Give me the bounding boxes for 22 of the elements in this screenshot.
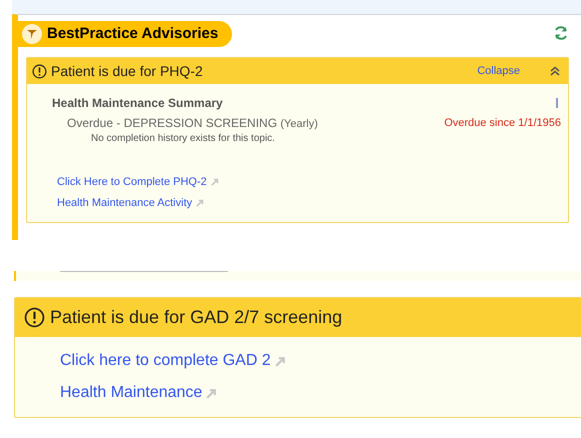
chevron-icon[interactable]	[550, 66, 560, 76]
advisory-title: Patient is due for PHQ-2	[51, 62, 203, 81]
advisory-link[interactable]: Health Maintenance	[60, 382, 202, 404]
overdue-status: Overdue since 1/1/1956	[444, 116, 561, 131]
alert-icon	[24, 307, 45, 328]
advisory-title: Patient is due for GAD 2/7 screening	[50, 306, 342, 329]
topic-text: Overdue - DEPRESSION SCREENING (Yearly)	[67, 115, 318, 132]
collapse-link[interactable]: Collapse	[477, 62, 520, 80]
refresh-icon[interactable]	[553, 25, 569, 41]
external-link-icon	[210, 178, 219, 186]
history-note: No completion history exists for this topic.	[90, 132, 276, 144]
external-link-icon	[196, 199, 204, 208]
summary-title: Health Maintenance Summary	[52, 95, 223, 112]
funnel-logo-icon	[22, 24, 42, 44]
advisory-link[interactable]: Click here to complete GAD 2	[60, 350, 271, 372]
panel-title: BestPractice Advisories	[47, 24, 218, 44]
external-link-icon	[206, 388, 218, 398]
advisory-link[interactable]: Health Maintenance Activity	[57, 195, 192, 212]
alert-icon	[32, 64, 47, 78]
external-link-icon	[274, 356, 286, 366]
scroll-marker	[556, 98, 558, 108]
advisory-link[interactable]: Click Here to Complete PHQ-2	[57, 174, 207, 190]
